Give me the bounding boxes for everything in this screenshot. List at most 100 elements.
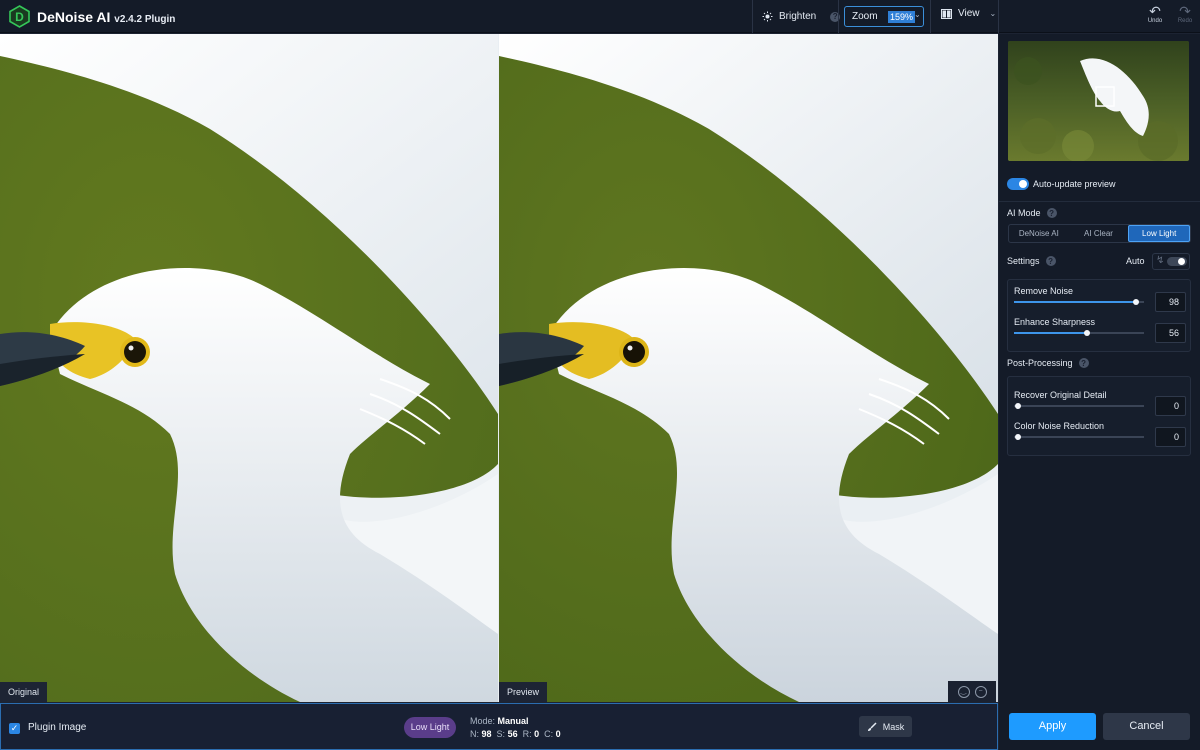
preview-pane[interactable]: Preview ‿ − [499,34,998,702]
zoom-label: Zoom [852,11,878,22]
preview-egret-image [499,34,998,702]
enhance-sharpness-slider[interactable] [1014,330,1144,336]
mode-badge: Low Light [404,717,456,738]
lightning-icon: ↯ [1156,255,1165,266]
n-label: N: [470,729,479,739]
help-icon[interactable]: ? [1078,358,1089,368]
plugin-image-label: Plugin Image [28,722,87,733]
undo-icon: ↶ [1149,3,1161,19]
recover-detail-value[interactable]: 0 [1155,396,1186,416]
neutral-face-icon[interactable]: − [974,685,987,698]
settings-panel: Remove Noise 98 Enhance Sharpness 56 [1007,279,1191,352]
zoom-value[interactable]: 159% [888,11,916,23]
slider-handle[interactable] [1015,403,1021,409]
recover-detail-label: Recover Original Detail [1014,390,1107,400]
top-bar: D DeNoise AI v2.4.2 Plugin Brighten ? Zo… [0,0,1200,33]
undo-button[interactable]: ↶ Undo [1144,4,1166,24]
preview-label: Preview [499,682,548,702]
chevron-down-icon: ⌄ [914,10,921,19]
app-version: v2.4.2 Plugin [114,14,176,25]
divider [999,201,1200,202]
settings-sidebar: Auto-update preview AI Mode ? DeNoise AI… [999,34,1200,750]
settings-header: Settings ? [1007,256,1056,266]
remove-noise-value[interactable]: 98 [1155,292,1186,312]
slider-fill [1014,332,1087,334]
toolbar-divider [752,0,753,33]
color-noise-label: Color Noise Reduction [1014,421,1105,431]
recover-detail-slider[interactable] [1014,403,1144,409]
plugin-image-checkbox[interactable]: ✓ [9,723,20,734]
mode-value: Manual [497,716,529,726]
enhance-sharpness-value[interactable]: 56 [1155,323,1186,343]
auto-settings-toggle[interactable]: ↯ [1152,253,1190,270]
chevron-down-icon: ⌄ [989,9,997,18]
redo-icon: ↷ [1179,3,1191,19]
thumbnail-image [1008,41,1189,161]
settings-label: Settings [1007,256,1040,266]
zoom-dropdown[interactable]: Zoom 159% ⌄ [844,6,924,27]
cancel-button[interactable]: Cancel [1103,713,1190,740]
image-canvas[interactable]: Original Preview ‿ − [0,34,998,702]
redo-label: Redo [1177,18,1193,24]
feedback-buttons: ‿ − [948,681,996,702]
c-value: 0 [555,729,561,739]
color-noise-slider[interactable] [1014,434,1144,440]
slider-handle[interactable] [1015,434,1021,440]
svg-text:D: D [15,10,24,24]
remove-noise-slider[interactable] [1014,299,1144,305]
r-value: 0 [534,729,540,739]
enhance-sharpness-label: Enhance Sharpness [1014,317,1096,327]
slider-handle[interactable] [1083,330,1090,336]
remove-noise-label: Remove Noise [1014,286,1074,296]
ai-mode-low-light[interactable]: Low Light [1128,225,1191,242]
original-egret-image [0,34,498,702]
view-dropdown[interactable]: View ⌄ [941,8,996,19]
apply-button[interactable]: Apply [1009,713,1096,740]
sun-icon [762,11,773,22]
toolbar-divider [930,0,931,33]
happy-face-icon[interactable]: ‿ [957,685,970,698]
post-processing-panel: Recover Original Detail 0 Color Noise Re… [1007,376,1191,456]
slider-fill [1014,301,1137,303]
auto-label: Auto [1126,256,1145,266]
toolbar-divider [998,0,999,33]
view-label: View [958,8,980,19]
original-pane[interactable]: Original [0,34,498,702]
help-icon[interactable]: ? [1046,208,1057,218]
original-label: Original [0,682,48,702]
r-label: R: [522,729,532,739]
auto-update-toggle[interactable] [1007,178,1029,190]
ai-mode-label: AI Mode [1007,208,1041,218]
color-noise-value[interactable]: 0 [1155,427,1186,447]
brighten-label: Brighten [779,11,817,22]
s-label: S: [496,729,506,739]
ai-mode-selector: DeNoise AI AI Clear Low Light [1008,224,1191,243]
brush-icon [867,721,877,731]
mask-button[interactable]: Mask [859,716,912,737]
brighten-button[interactable]: Brighten ? [762,8,841,25]
app-name: DeNoise AI [37,9,111,25]
undo-label: Undo [1147,18,1163,24]
post-processing-header: Post-Processing ? [1007,358,1089,368]
toggle-switch [1167,257,1187,266]
ai-mode-denoise[interactable]: DeNoise AI [1009,225,1069,242]
bottom-bar: ✓ Plugin Image Low Light Mode: Manual N:… [0,703,998,750]
ai-mode-header: AI Mode ? [1007,208,1057,218]
n-value: 98 [481,729,492,739]
redo-button[interactable]: ↷ Redo [1174,4,1196,24]
navigator-thumbnail[interactable] [1008,41,1189,161]
toolbar-divider [838,0,839,33]
denoise-logo-icon: D [9,5,30,28]
mode-prefix: Mode: [470,716,496,726]
mask-label: Mask [882,721,905,732]
help-icon[interactable]: ? [1045,256,1056,266]
mode-summary: Mode: Manual N: 98 S: 56 R: 0 C: 0 [470,715,561,741]
split-view-icon [941,8,952,19]
auto-update-label: Auto-update preview [1033,179,1116,189]
c-label: C: [544,729,554,739]
ai-mode-ai-clear[interactable]: AI Clear [1069,225,1129,242]
post-processing-label: Post-Processing [1007,358,1073,368]
slider-handle[interactable] [1133,299,1140,305]
app-title: DeNoise AI v2.4.2 Plugin [37,9,175,25]
s-value: 56 [507,729,518,739]
